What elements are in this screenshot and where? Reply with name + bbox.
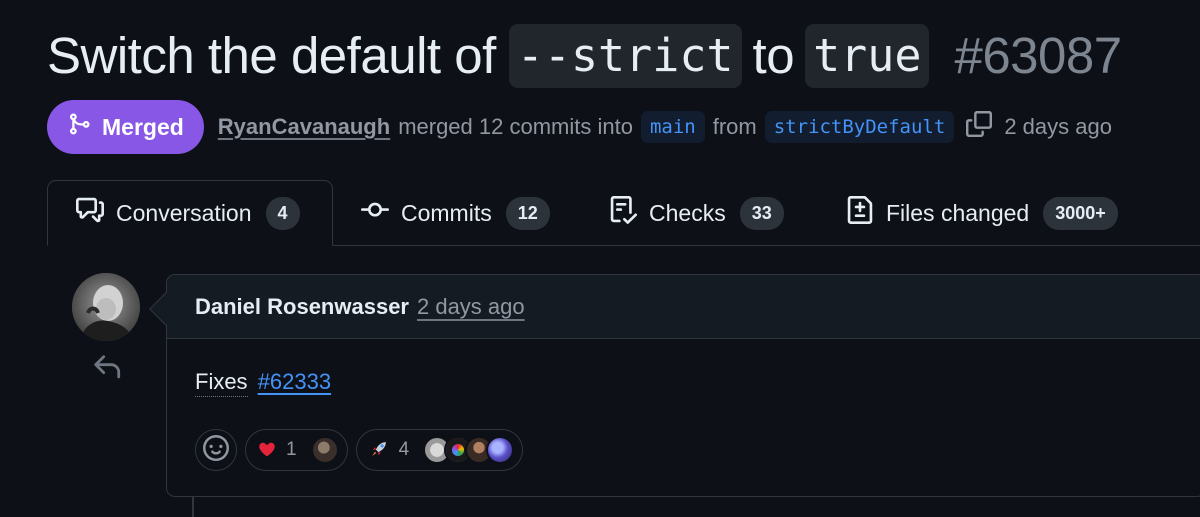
- smiley-icon: [203, 434, 229, 466]
- reactions-bar: 1 4: [195, 429, 524, 471]
- add-reaction-button[interactable]: [195, 429, 237, 471]
- pr-title: Switch the default of --strict to true #…: [47, 22, 1122, 90]
- tab-checks[interactable]: Checks 33: [609, 180, 784, 246]
- pr-number: #63087: [954, 27, 1122, 84]
- pr-author-link[interactable]: RyanCavanaugh: [218, 114, 390, 140]
- comment-author-link[interactable]: Daniel Rosenwasser: [195, 294, 409, 320]
- from-text: from: [712, 114, 757, 139]
- tab-commits[interactable]: Commits 12: [361, 180, 550, 246]
- comment-time-link[interactable]: 2 days ago: [417, 294, 525, 320]
- comment-body: Fixes #62333: [167, 339, 1200, 397]
- heart-emoji-icon: [258, 440, 276, 461]
- heart-reaction-button[interactable]: 1: [245, 429, 348, 471]
- pr-title-text-mid: to: [752, 27, 795, 84]
- checklist-icon: [609, 196, 638, 230]
- tab-conversation[interactable]: Conversation 4: [47, 180, 333, 246]
- merged-state-label: Merged: [102, 113, 184, 140]
- linked-issue-link[interactable]: #62333: [258, 369, 331, 394]
- heart-reaction-count: 1: [286, 439, 297, 460]
- pr-title-code-strict: --strict: [508, 24, 742, 88]
- tab-conversation-label: Conversation: [116, 199, 252, 226]
- comment-header: Daniel Rosenwasser 2 days ago: [167, 275, 1200, 339]
- reactor-avatar: [310, 436, 339, 464]
- head-branch-label[interactable]: strictByDefault: [764, 111, 955, 143]
- tab-files-changed-count: 3000+: [1043, 196, 1118, 230]
- rocket-reaction-count: 4: [398, 439, 410, 460]
- comment-discussion-icon: [76, 196, 104, 230]
- tab-files-changed[interactable]: Files changed 3000+: [846, 180, 1118, 246]
- rocket-reaction-button[interactable]: 4: [355, 429, 524, 471]
- reply-icon[interactable]: [92, 352, 122, 382]
- merged-commits-text: merged 12 commits into: [398, 114, 633, 139]
- rocket-emoji-icon: [369, 439, 389, 462]
- tab-checks-count: 33: [739, 196, 784, 230]
- pr-title-code-true: true: [805, 24, 930, 88]
- base-branch-label[interactable]: main: [640, 111, 705, 143]
- tab-commits-count: 12: [505, 196, 550, 230]
- copy-icon: [966, 111, 993, 143]
- tab-checks-label: Checks: [649, 199, 726, 226]
- tab-conversation-count: 4: [265, 196, 300, 230]
- pr-title-text: Switch the default of: [47, 27, 496, 84]
- comment-body-text: Fixes: [195, 369, 248, 397]
- avatar[interactable]: [72, 273, 140, 341]
- rocket-reactor-avatars: [423, 436, 515, 464]
- heart-reactor-avatars: [310, 436, 339, 464]
- file-diff-icon: [846, 196, 874, 230]
- pr-meta: Merged RyanCavanaugh merged 12 commits i…: [47, 100, 1112, 154]
- tab-files-changed-label: Files changed: [886, 199, 1030, 226]
- merged-state-badge: Merged: [47, 100, 204, 154]
- tab-commits-label: Commits: [401, 199, 492, 226]
- git-commit-icon: [361, 196, 389, 230]
- copy-branch-button[interactable]: [966, 111, 993, 143]
- git-merge-icon: [67, 112, 91, 142]
- comment-box: Daniel Rosenwasser 2 days ago Fixes #623…: [149, 274, 1200, 497]
- reactor-avatar: [486, 436, 515, 464]
- timeline-rail: [192, 496, 194, 517]
- merge-time: 2 days ago: [1004, 114, 1112, 139]
